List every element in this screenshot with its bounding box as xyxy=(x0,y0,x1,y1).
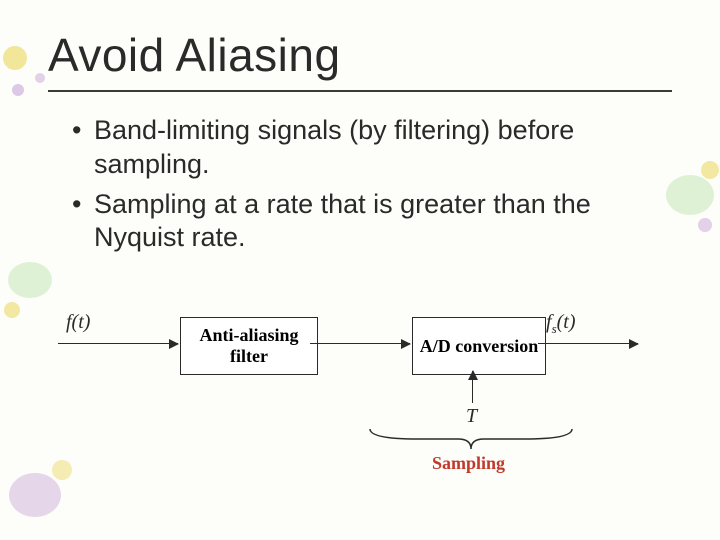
arrow-icon xyxy=(58,343,178,344)
output-signal-label: fs(t) xyxy=(546,311,576,337)
block-diagram: f(t) Anti-aliasing filter A/D conversion… xyxy=(48,293,672,493)
slide-title: Avoid Aliasing xyxy=(48,28,672,82)
adc-box: A/D conversion xyxy=(412,317,546,375)
box-label: Anti-aliasing filter xyxy=(187,325,311,366)
antialias-filter-box: Anti-aliasing filter xyxy=(180,317,318,375)
bullet-item: Band-limiting signals (by filtering) bef… xyxy=(72,114,672,182)
box-label: A/D conversion xyxy=(420,336,539,357)
period-label: T xyxy=(466,405,477,428)
input-signal-label: f(t) xyxy=(66,311,90,334)
bullet-item: Sampling at a rate that is greater than … xyxy=(72,188,672,256)
up-arrow-icon xyxy=(472,371,473,403)
arrow-icon xyxy=(538,343,638,344)
arrow-icon xyxy=(310,343,410,344)
sampling-label: Sampling xyxy=(432,453,505,474)
bullet-list: Band-limiting signals (by filtering) bef… xyxy=(48,114,672,255)
title-underline xyxy=(48,90,672,92)
brace-icon xyxy=(366,427,576,451)
